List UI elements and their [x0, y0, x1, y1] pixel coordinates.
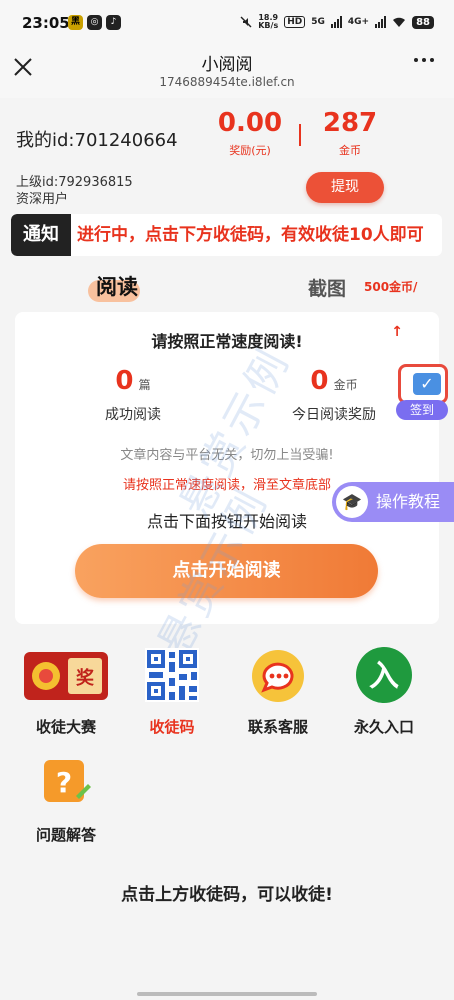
nav-bar: 小阅阅 1746889454te.i8lef.cn	[0, 48, 454, 98]
screenshot-reward-label: 500金币/	[364, 280, 418, 294]
today-reward-unit: 金币	[333, 378, 358, 392]
disclaimer-text: 文章内容与平台无关，切勿上当受骗!	[120, 448, 334, 463]
reading-card: 请按照正常速度阅读! ↑ 0 篇 成功阅读 0 金币 今日阅读奖励 文章内容与平…	[15, 312, 439, 624]
app-notification-icon: ◎	[87, 15, 102, 30]
user-type: 资深用户	[16, 192, 69, 207]
tab-screenshot[interactable]: 截图	[308, 274, 346, 301]
page-url: 1746889454te.i8lef.cn	[159, 75, 295, 89]
net-speed: 18.9 KB/s	[258, 13, 279, 30]
hd-badge: HD	[284, 16, 306, 28]
coins-value: 287	[322, 108, 378, 138]
feature-qr-code[interactable]: 收徒码	[122, 646, 222, 737]
reward-label: 奖励(元)	[229, 144, 271, 157]
coins-stat: 287 金币	[314, 108, 386, 158]
signin-widget[interactable]: ✓ 签到	[396, 362, 452, 420]
feature-permanent-entry[interactable]: 入 永久入口	[334, 646, 434, 737]
withdraw-button[interactable]: 提现	[306, 172, 384, 203]
my-id: 我的id:701240664	[16, 130, 178, 151]
coins-label: 金币	[339, 144, 361, 157]
app-notification-icon: 黑	[68, 15, 83, 30]
card-title: 请按照正常速度阅读!	[151, 332, 303, 351]
stat-divider	[299, 124, 301, 146]
success-read-stat: 0 篇 成功阅读	[73, 366, 193, 424]
battery-indicator: 88	[412, 15, 434, 29]
mute-icon	[240, 16, 252, 28]
tutorial-button[interactable]: 🎓 操作教程	[332, 482, 454, 522]
bottom-tip: 点击上方收徒码，可以收徒!	[121, 885, 333, 905]
checkmark-icon: ✓	[413, 373, 441, 395]
signal-bars-icon	[330, 16, 342, 28]
calendar-icon: ✓	[398, 364, 448, 404]
home-indicator[interactable]	[137, 992, 317, 996]
feature-label: 联系客服	[247, 718, 308, 736]
feature-label: 问题解答	[35, 826, 96, 844]
chat-icon	[248, 646, 308, 706]
enter-icon: 入	[354, 646, 414, 706]
svg-text:入: 入	[369, 659, 399, 694]
feature-faq[interactable]: ? 问题解答	[16, 754, 116, 845]
signal-4g-label: 4G+	[347, 17, 370, 27]
feature-contest[interactable]: 奖 收徒大赛	[16, 646, 116, 737]
signin-label: 签到	[396, 400, 448, 420]
svg-text:奖: 奖	[76, 667, 95, 689]
notice-tag: 通知	[11, 214, 71, 256]
up-arrow-icon[interactable]: ↑	[391, 324, 403, 340]
status-bar: 23:05 黑 ◎ ♪ 18.9 KB/s HD 5G 4G+ 88	[0, 0, 454, 48]
wifi-icon	[393, 17, 406, 27]
more-menu-icon[interactable]	[414, 58, 434, 62]
status-time: 23:05	[22, 14, 70, 32]
notice-banner[interactable]: 通知 进行中，点击下方收徒码，有效收徒10人即可	[11, 214, 442, 256]
feature-label: 收徒大赛	[35, 718, 96, 736]
today-reward-stat: 0 金币 今日阅读奖励	[269, 366, 399, 424]
status-indicators: 18.9 KB/s HD 5G 4G+ 88	[240, 14, 434, 30]
success-read-count: 0	[115, 366, 134, 396]
signal-bars-icon	[375, 16, 387, 28]
graduation-cap-icon: 🎓	[336, 486, 368, 518]
today-reward-label: 今日阅读奖励	[292, 407, 376, 423]
feature-label: 永久入口	[353, 718, 414, 736]
today-reward-value: 0	[310, 366, 329, 396]
tiktok-icon: ♪	[106, 15, 121, 30]
tutorial-label: 操作教程	[376, 492, 441, 511]
start-reading-button[interactable]: 点击开始阅读	[75, 544, 378, 598]
feature-label: 收徒码	[149, 718, 195, 736]
page-title: 小阅阅	[201, 55, 253, 75]
feature-customer-service[interactable]: 联系客服	[228, 646, 328, 737]
tab-read[interactable]: 阅读	[96, 271, 138, 301]
question-icon: ?	[36, 754, 96, 814]
qr-code-icon	[142, 646, 202, 706]
success-read-unit: 篇	[138, 378, 151, 392]
success-read-label: 成功阅读	[105, 407, 161, 423]
contest-icon: 奖	[24, 646, 108, 706]
reward-stat: 0.00 奖励(元)	[210, 108, 290, 158]
notice-text: 进行中，点击下方收徒码，有效收徒10人即可	[77, 225, 424, 245]
reward-value: 0.00	[217, 108, 283, 138]
signal-5g-label: 5G	[311, 17, 325, 27]
status-app-icons: 黑 ◎ ♪	[68, 15, 121, 30]
svg-text:?: ?	[56, 766, 72, 799]
